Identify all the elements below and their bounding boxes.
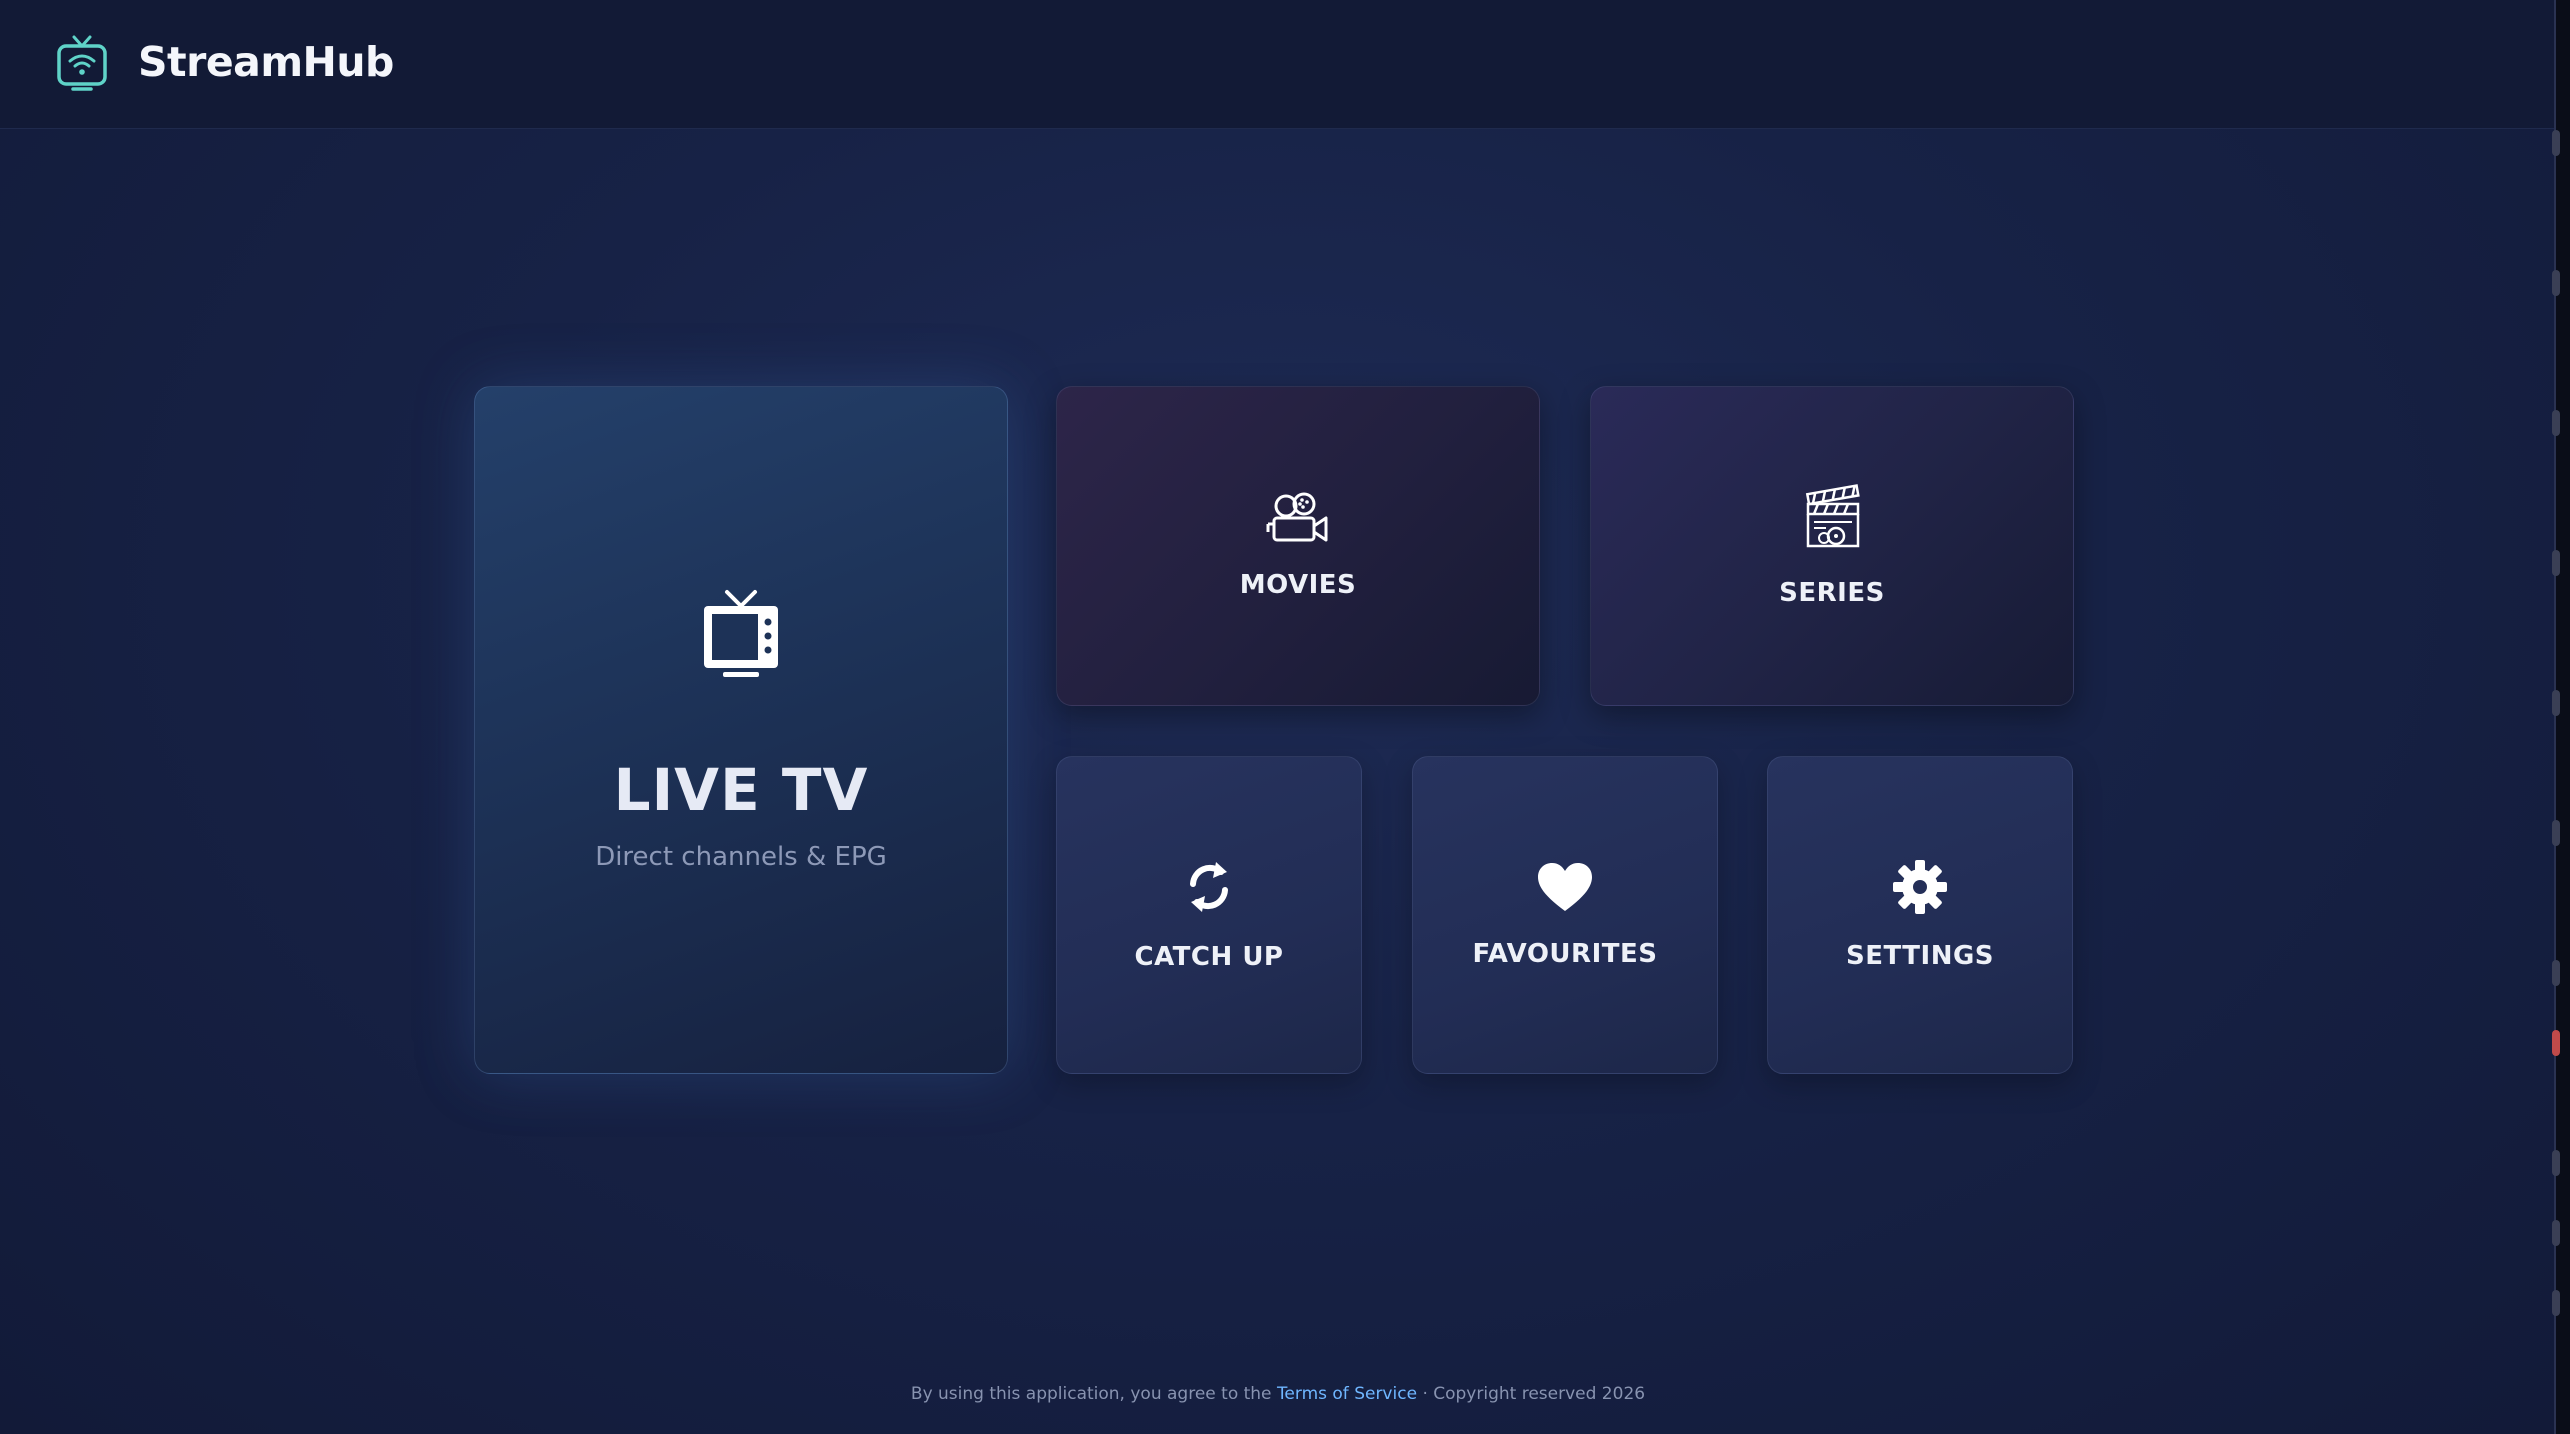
- catch-up-tile[interactable]: CATCH UP: [1056, 756, 1362, 1074]
- movie-camera-icon: [1266, 492, 1330, 544]
- gear-icon: [1892, 859, 1948, 915]
- footer-copyright: · Copyright reserved 2026: [1422, 1384, 1646, 1404]
- app-title: StreamHub: [138, 38, 394, 86]
- live-tv-title: LIVE TV: [613, 756, 869, 824]
- settings-label: SETTINGS: [1845, 941, 1995, 971]
- movies-tile[interactable]: MOVIES: [1056, 386, 1540, 706]
- retro-tv-icon: [701, 588, 781, 680]
- settings-tile[interactable]: SETTINGS: [1767, 756, 2073, 1074]
- movies-label: MOVIES: [1239, 570, 1357, 600]
- terms-of-service-link[interactable]: Terms of Service: [1277, 1384, 1417, 1404]
- live-tv-tile[interactable]: LIVE TV Direct channels & EPG: [474, 386, 1008, 1074]
- favourites-label: FAVOURITES: [1472, 939, 1658, 969]
- refresh-icon: [1183, 858, 1235, 916]
- app-header: StreamHub: [0, 0, 2556, 129]
- footer: By using this application, you agree to …: [0, 1384, 2556, 1404]
- footer-prefix: By using this application, you agree to …: [910, 1384, 1272, 1404]
- clapperboard-icon: [1802, 484, 1862, 552]
- window-edge: [2552, 0, 2570, 1434]
- series-label: SERIES: [1779, 578, 1885, 608]
- heart-icon: [1536, 861, 1594, 913]
- series-tile[interactable]: SERIES: [1590, 386, 2074, 706]
- tv-wifi-icon: [56, 34, 108, 94]
- favourites-tile[interactable]: FAVOURITES: [1412, 756, 1718, 1074]
- live-tv-subtitle: Direct channels & EPG: [595, 842, 887, 872]
- catch-up-label: CATCH UP: [1134, 942, 1284, 972]
